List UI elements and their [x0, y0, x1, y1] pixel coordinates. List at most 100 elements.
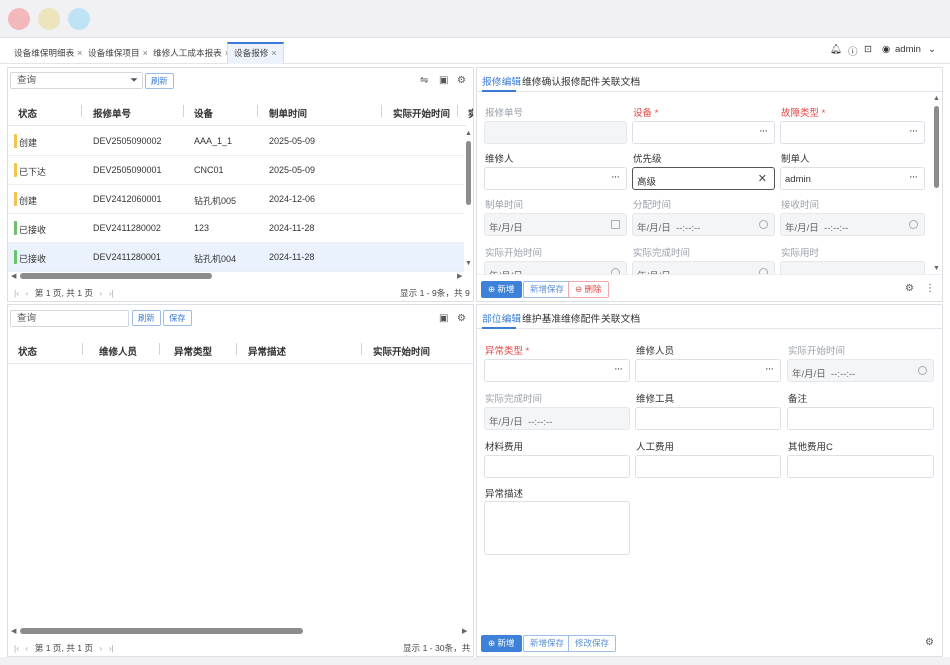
creator-field[interactable]: admin ··· — [780, 167, 925, 190]
ellipsis-icon[interactable]: ··· — [765, 363, 774, 375]
minimize-window-button[interactable] — [38, 8, 60, 30]
scroll-down-arrow[interactable]: ▼ — [933, 265, 940, 272]
assign-time-field[interactable]: 年/月/日 --:--:-- — [632, 213, 775, 236]
filter-icon[interactable]: ⏷ — [130, 73, 138, 88]
column-header[interactable]: 制单时间 — [269, 106, 307, 120]
save-button[interactable]: 保存 — [163, 310, 192, 326]
column-header[interactable]: 实 — [468, 106, 473, 120]
close-icon[interactable]: × — [271, 48, 276, 58]
calendar-icon[interactable] — [611, 220, 620, 229]
scroll-up-arrow[interactable]: ▲ — [933, 95, 940, 102]
column-header[interactable]: 维修人员 — [99, 344, 137, 358]
abnormal-desc-textarea[interactable] — [484, 501, 630, 555]
vertical-scrollbar[interactable] — [934, 106, 939, 188]
tools-field[interactable] — [635, 407, 781, 430]
add-save-button[interactable]: 新增保存 — [523, 281, 572, 298]
edit-save-button[interactable]: 修改保存 — [568, 635, 617, 652]
add-button[interactable]: ⊕ 新增 — [481, 635, 522, 652]
clock-icon[interactable] — [759, 220, 768, 229]
table-row[interactable]: 创建 DEV2505090002 AAA_1_1 2025-05-09 — [8, 127, 464, 156]
close-window-button[interactable] — [8, 8, 30, 30]
remark-field[interactable] — [787, 407, 934, 430]
clock-icon[interactable] — [909, 220, 918, 229]
save-icon[interactable]: ▣ — [439, 75, 448, 87]
scroll-left-arrow[interactable]: ◀ — [11, 272, 16, 280]
gear-icon[interactable]: ⚙ — [457, 75, 466, 87]
scroll-down-arrow[interactable]: ▼ — [465, 260, 472, 267]
add-button[interactable]: ⊕ 新增 — [481, 281, 522, 298]
next-page-icon[interactable]: › — [99, 288, 102, 298]
column-header[interactable]: 状态 — [18, 106, 37, 120]
last-page-icon[interactable]: ›| — [109, 643, 114, 653]
bell-icon[interactable]: 🔔︎ — [830, 44, 842, 55]
refresh-button[interactable]: 刷新 — [145, 73, 174, 89]
scroll-right-arrow[interactable]: ▶ — [462, 627, 467, 635]
prev-page-icon[interactable]: ‹ — [26, 643, 29, 653]
horizontal-scrollbar[interactable] — [20, 628, 303, 634]
column-header[interactable]: 状态 — [18, 344, 37, 358]
search-input[interactable]: 查询 — [10, 310, 129, 327]
column-header[interactable]: 报修单号 — [93, 106, 131, 120]
actual-start-field[interactable]: 年/月/日 --:--:-- — [787, 359, 934, 382]
next-page-icon[interactable]: › — [99, 643, 102, 653]
vertical-scrollbar[interactable] — [466, 141, 471, 205]
ellipsis-icon[interactable]: ··· — [759, 125, 768, 137]
table-row[interactable]: 创建 DEV2412060001 钻孔机005 2024-12-06 — [8, 185, 464, 214]
tab-maintenance-standard[interactable]: 维护基准 — [522, 311, 561, 325]
tab-part-edit[interactable]: 部位编辑 — [482, 311, 521, 325]
clock-icon[interactable] — [918, 366, 927, 375]
actual-finish-field[interactable]: 年/月/日 --:--:-- — [484, 407, 630, 430]
first-page-icon[interactable]: |‹ — [14, 288, 19, 298]
tab-repair-parts[interactable]: 维修配件 — [561, 311, 600, 325]
more-vertical-icon[interactable]: ⋮ — [925, 283, 935, 295]
user-icon[interactable]: ◉ — [882, 44, 890, 55]
tab-repair-edit[interactable]: 报修编辑 — [482, 74, 521, 88]
gear-icon[interactable]: ⚙ — [925, 637, 934, 649]
clear-icon[interactable]: ✕ — [758, 172, 767, 185]
tab-maintenance-items[interactable]: 设备维保项目 × — [82, 42, 154, 64]
priority-field[interactable]: 高级 ✕ — [632, 167, 775, 190]
column-header[interactable]: 实际开始时间 — [393, 106, 450, 120]
search-input[interactable]: 查询 ⏷ — [10, 72, 143, 89]
horizontal-scrollbar[interactable] — [20, 273, 212, 279]
delete-button[interactable]: ⊖ 删除 — [568, 281, 609, 298]
table-row[interactable]: 已接收 DEV2411280002 123 2024-11-28 — [8, 214, 464, 243]
ellipsis-icon[interactable]: ··· — [614, 363, 623, 375]
tab-repair-parts[interactable]: 报修配件 — [561, 74, 600, 88]
tab-related-docs[interactable]: 关联文档 — [601, 311, 640, 325]
labor-cost-field[interactable] — [635, 455, 781, 478]
ellipsis-icon[interactable]: ··· — [909, 171, 918, 183]
tab-equipment-repair[interactable]: 设备报修 × — [227, 42, 284, 64]
repair-no-field[interactable] — [484, 121, 627, 144]
column-header[interactable]: 异常描述 — [248, 344, 286, 358]
tab-maintenance-detail[interactable]: 设备维保明细表 × — [8, 42, 88, 64]
table-row[interactable]: 已下达 DEV2505090001 CNC01 2025-05-09 — [8, 156, 464, 185]
username[interactable]: admin — [895, 44, 921, 55]
repairer-field[interactable]: ··· — [484, 167, 627, 190]
last-page-icon[interactable]: ›| — [109, 288, 114, 298]
create-time-field[interactable]: 年/月/日 — [484, 213, 627, 236]
maintainer-field[interactable]: ··· — [635, 359, 781, 382]
tab-related-docs[interactable]: 关联文档 — [601, 74, 640, 88]
ellipsis-icon[interactable]: ··· — [909, 125, 918, 137]
prev-page-icon[interactable]: ‹ — [26, 288, 29, 298]
column-settings-icon[interactable]: ⇋ — [420, 75, 428, 87]
scroll-right-arrow[interactable]: ▶ — [457, 272, 462, 280]
scroll-up-arrow[interactable]: ▲ — [465, 130, 472, 137]
device-field[interactable]: ··· — [632, 121, 775, 144]
save-icon[interactable]: ▣ — [439, 313, 448, 325]
tab-labor-cost-report[interactable]: 维修人工成本报表× — [147, 42, 236, 64]
ellipsis-icon[interactable]: ··· — [611, 171, 620, 183]
scroll-left-arrow[interactable]: ◀ — [11, 627, 16, 635]
table-row[interactable]: 已接收 DEV2411280001 钻孔机004 2024-11-28 — [8, 243, 464, 272]
fault-type-field[interactable]: ··· — [780, 121, 925, 144]
info-icon[interactable]: ⓘ — [848, 44, 858, 58]
chevron-down-icon[interactable]: ⌄ — [928, 44, 936, 55]
column-header[interactable]: 设备 — [194, 106, 213, 120]
abnormal-type-field[interactable]: ··· — [484, 359, 630, 382]
column-header[interactable]: 实际开始时间 — [373, 344, 430, 358]
gear-icon[interactable]: ⚙ — [905, 283, 914, 295]
other-cost-field[interactable] — [787, 455, 934, 478]
gear-icon[interactable]: ⚙ — [457, 313, 466, 325]
add-save-button[interactable]: 新增保存 — [523, 635, 572, 652]
